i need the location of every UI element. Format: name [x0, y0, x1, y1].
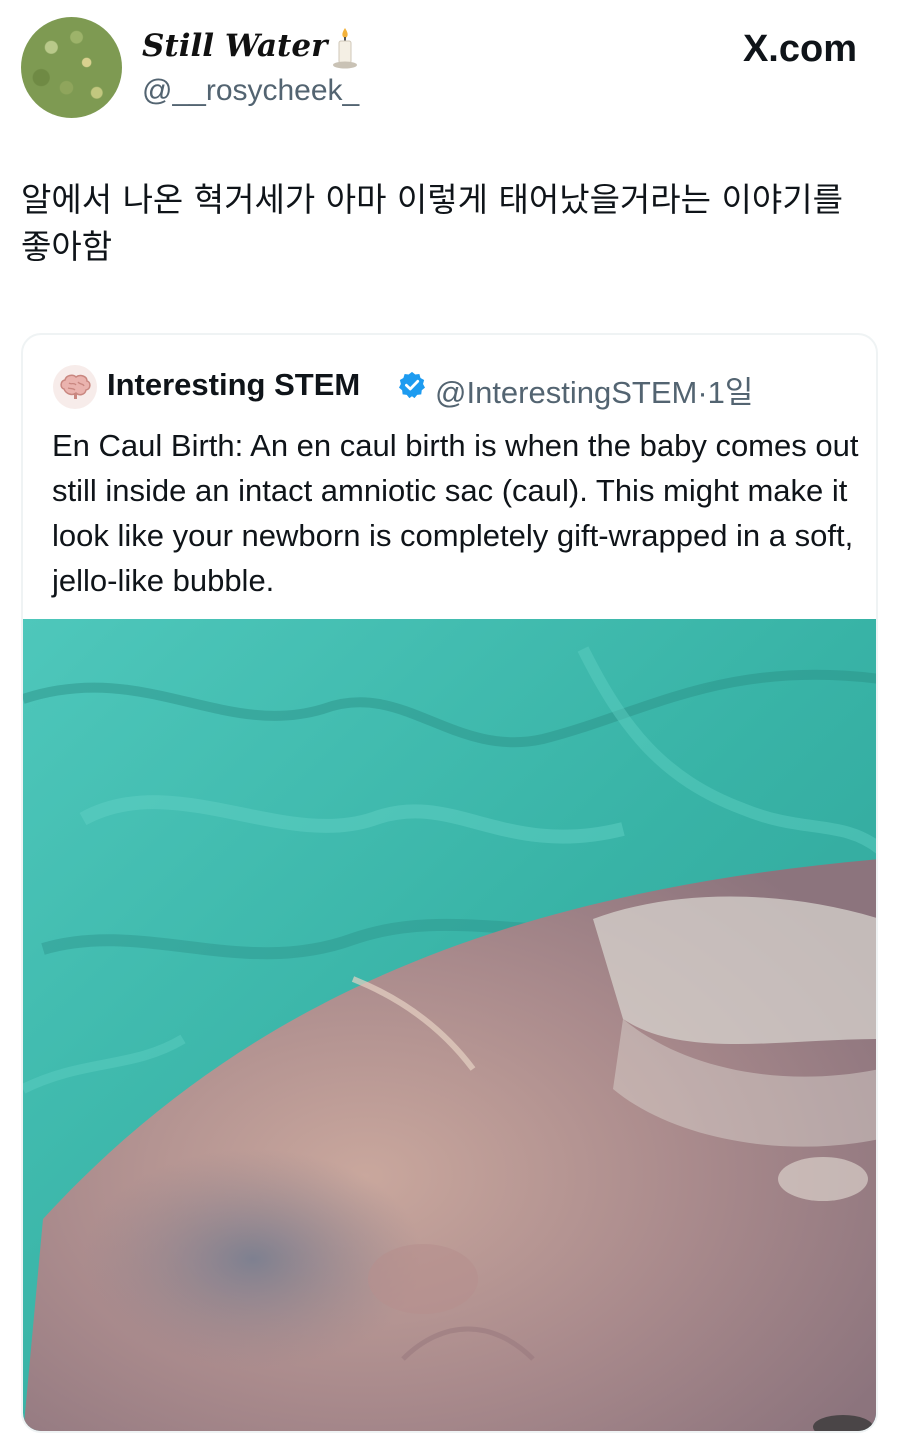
quoted-author-avatar[interactable]: [53, 365, 97, 409]
author-handle[interactable]: @__rosycheek_: [142, 74, 359, 108]
quoted-tweet-text: En Caul Birth: An en caul birth is when …: [52, 428, 859, 598]
newborn-photo[interactable]: [23, 619, 878, 1433]
brand-label: X.com: [742, 28, 857, 70]
brain-icon: [60, 374, 91, 399]
author-display-name[interactable]: Still Water: [142, 28, 327, 64]
author-avatar[interactable]: [21, 17, 122, 118]
tweet-text: 알에서 나온 혁거세가 아마 이렇게 태어났을거라는 이야기를 좋아함: [21, 180, 843, 266]
quoted-author-handle[interactable]: @InterestingSTEM: [435, 375, 697, 410]
quoted-timestamp[interactable]: 1일: [708, 375, 754, 410]
verified-badge-icon: [399, 371, 425, 399]
quoted-tweet[interactable]: Interesting STEM @InterestingSTEM·1일 En …: [21, 333, 878, 1433]
quoted-meta: @InterestingSTEM·1일: [435, 367, 753, 412]
candle-icon: [333, 28, 357, 69]
meta-separator: ·: [697, 375, 708, 410]
quoted-author-name[interactable]: Interesting STEM: [107, 367, 360, 403]
